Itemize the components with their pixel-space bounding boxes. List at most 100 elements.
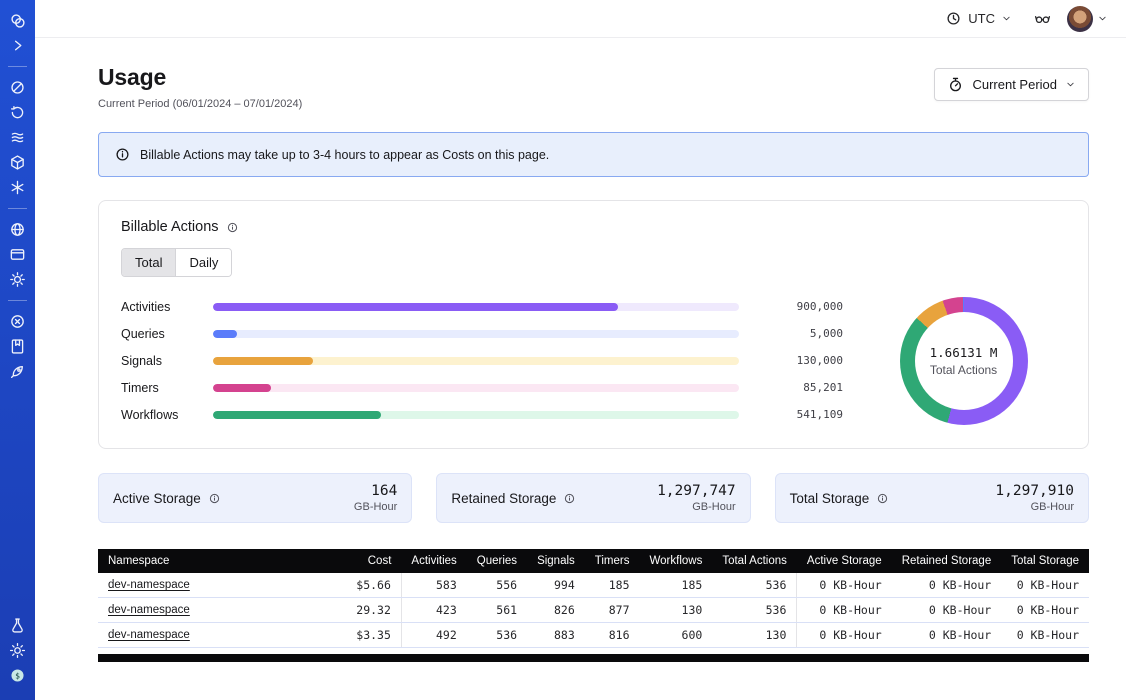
timezone-selector[interactable]: UTC bbox=[939, 9, 1018, 28]
info-icon bbox=[114, 146, 131, 163]
cell-queries: 556 bbox=[467, 573, 527, 598]
sidebar-globe-button[interactable] bbox=[0, 217, 35, 242]
col-namespace: Namespace bbox=[98, 549, 334, 573]
rocket-icon bbox=[9, 363, 26, 380]
sidebar-settings-button[interactable] bbox=[0, 267, 35, 292]
cell-timers: 816 bbox=[585, 623, 640, 648]
docs-icon bbox=[9, 338, 26, 355]
storage-label: Retained Storage bbox=[451, 491, 576, 506]
namespace-cell: dev-namespace bbox=[98, 598, 334, 623]
table-row: dev-namespace$3.354925368838166001300 KB… bbox=[98, 623, 1089, 648]
cell-queries: 561 bbox=[467, 598, 527, 623]
col-workflows: Workflows bbox=[640, 549, 713, 573]
storage-value-block: 1,297,747 GB-Hour bbox=[657, 483, 736, 513]
info-icon[interactable] bbox=[226, 221, 239, 234]
storage-value: 164 bbox=[354, 483, 397, 499]
info-banner: Billable Actions may take up to 3-4 hour… bbox=[98, 132, 1089, 177]
namespace-usage-table: NamespaceCostActivitiesQueriesSignalsTim… bbox=[98, 549, 1089, 648]
sidebar-package-button[interactable] bbox=[0, 150, 35, 175]
content: UTC Usage Current Period (06/01/2024 – 0… bbox=[35, 0, 1126, 700]
cell-active-storage: 0 KB-Hour bbox=[797, 573, 892, 598]
donut-total-value: 1.66131 M bbox=[930, 345, 998, 360]
bar-fill bbox=[213, 330, 237, 338]
storage-unit: GB-Hour bbox=[995, 501, 1074, 513]
sidebar-divider bbox=[8, 66, 27, 67]
sidebar-namespace-button[interactable] bbox=[0, 75, 35, 100]
user-menu[interactable] bbox=[1067, 6, 1108, 32]
donut-center: 1.66131 M Total Actions bbox=[861, 297, 1066, 425]
bar-row-queries: Queries 5,000 bbox=[121, 320, 843, 347]
sidebar-docs-button[interactable] bbox=[0, 334, 35, 359]
card-title: Billable Actions bbox=[121, 219, 219, 235]
bar-fill bbox=[213, 303, 618, 311]
total-daily-tabs: TotalDaily bbox=[121, 248, 232, 277]
chevron-down-icon bbox=[1065, 79, 1076, 90]
billable-actions-card: Billable Actions TotalDaily Activities 9… bbox=[98, 200, 1089, 449]
bar-row-signals: Signals 130,000 bbox=[121, 347, 843, 374]
sidebar-support-button[interactable] bbox=[0, 309, 35, 334]
total-actions-donut: 1.66131 M Total Actions bbox=[861, 297, 1066, 425]
bar-track bbox=[213, 330, 739, 338]
namespace-link[interactable]: dev-namespace bbox=[108, 629, 190, 641]
sidebar-chevron-right-button[interactable] bbox=[0, 33, 35, 58]
glasses-icon bbox=[1034, 10, 1051, 27]
bar-row-workflows: Workflows 541,109 bbox=[121, 401, 843, 428]
tab-daily[interactable]: Daily bbox=[176, 249, 231, 276]
sidebar-divider bbox=[8, 208, 27, 209]
bar-label: Workflows bbox=[121, 408, 201, 422]
cell-signals: 994 bbox=[527, 573, 585, 598]
cell-cost: $3.35 bbox=[334, 623, 401, 648]
period-selector-button[interactable]: Current Period bbox=[934, 68, 1089, 101]
bar-value: 130,000 bbox=[751, 354, 843, 367]
bar-label: Signals bbox=[121, 354, 201, 368]
cell-workflows: 130 bbox=[640, 598, 713, 623]
info-icon[interactable] bbox=[208, 492, 221, 505]
cell-total-storage: 0 KB-Hour bbox=[1001, 573, 1089, 598]
sidebar-temporal-logo-button[interactable] bbox=[0, 8, 35, 33]
cell-activities: 583 bbox=[401, 573, 466, 598]
cell-timers: 185 bbox=[585, 573, 640, 598]
sidebar-labs-button[interactable] bbox=[0, 613, 35, 638]
namespace-icon bbox=[9, 79, 26, 96]
temporal-logo bbox=[9, 12, 27, 30]
theme-icon bbox=[9, 642, 26, 659]
clock-icon bbox=[945, 10, 962, 27]
sidebar-rocket-button[interactable] bbox=[0, 359, 35, 384]
namespace-link[interactable]: dev-namespace bbox=[108, 604, 190, 616]
topbar: UTC bbox=[35, 0, 1126, 38]
tab-total[interactable]: Total bbox=[122, 249, 176, 276]
storage-label-text: Retained Storage bbox=[451, 491, 556, 506]
sidebar-history-button[interactable] bbox=[0, 100, 35, 125]
col-signals: Signals bbox=[527, 549, 585, 573]
billing-icon bbox=[9, 246, 26, 263]
cell-queries: 536 bbox=[467, 623, 527, 648]
cell-workflows: 185 bbox=[640, 573, 713, 598]
col-retained-storage: Retained Storage bbox=[892, 549, 1002, 573]
cell-workflows: 600 bbox=[640, 623, 713, 648]
history-icon bbox=[9, 104, 26, 121]
period-selector-label: Current Period bbox=[972, 77, 1057, 92]
chevron-down-icon bbox=[1001, 13, 1012, 24]
col-queries: Queries bbox=[467, 549, 527, 573]
glasses-button[interactable] bbox=[1034, 10, 1051, 27]
chevron-right-icon bbox=[9, 37, 26, 54]
sidebar-billing-button[interactable] bbox=[0, 242, 35, 267]
sidebar-theme-button[interactable] bbox=[0, 638, 35, 663]
namespace-link[interactable]: dev-namespace bbox=[108, 579, 190, 591]
sidebar-layers-button[interactable] bbox=[0, 125, 35, 150]
sidebar-nexus-button[interactable] bbox=[0, 175, 35, 200]
support-icon bbox=[9, 313, 26, 330]
bar-value: 900,000 bbox=[751, 300, 843, 313]
info-icon[interactable] bbox=[876, 492, 889, 505]
cell-activities: 492 bbox=[401, 623, 466, 648]
timezone-label: UTC bbox=[968, 11, 995, 26]
retained-storage-card: Retained Storage 1,297,747 GB-Hour bbox=[436, 473, 750, 523]
nexus-icon bbox=[9, 179, 26, 196]
package-icon bbox=[9, 154, 26, 171]
sidebar-credits-button[interactable]: $ bbox=[0, 663, 35, 688]
info-icon[interactable] bbox=[563, 492, 576, 505]
bar-track bbox=[213, 303, 739, 311]
donut-total-label: Total Actions bbox=[930, 363, 997, 377]
bar-label: Activities bbox=[121, 300, 201, 314]
cell-activities: 423 bbox=[401, 598, 466, 623]
